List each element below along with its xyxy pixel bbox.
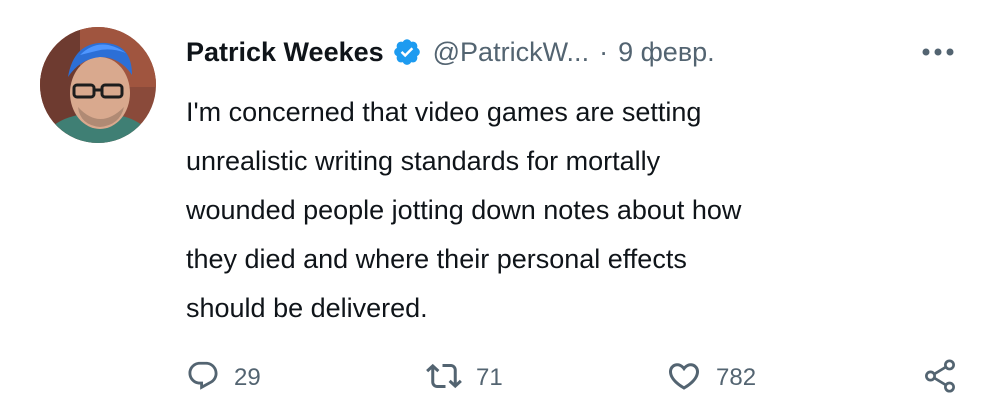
more-options-icon[interactable] [918,40,958,64]
author-name[interactable]: Patrick Weekes [186,37,384,68]
share-icon [921,357,959,400]
like-count: 782 [716,364,757,391]
retweet-icon [426,358,462,399]
tweet-card: Patrick Weekes @PatrickW... · 9 февр. I'… [0,0,1000,418]
retweet-count: 71 [476,364,503,391]
reply-button[interactable]: 29 [186,358,261,398]
reply-count: 29 [234,364,261,391]
tweet-date[interactable]: 9 февр. [618,37,715,68]
author-avatar[interactable] [40,27,156,143]
verified-badge-icon [392,37,422,67]
like-button[interactable]: 782 [666,358,756,398]
tweet-header: Patrick Weekes @PatrickW... · 9 февр. [186,30,715,74]
profile-photo-icon [40,27,156,143]
reply-icon [186,359,220,398]
heart-icon [666,358,702,399]
header-separator: · [599,36,609,67]
author-handle[interactable]: @PatrickW... [433,37,589,68]
retweet-button[interactable]: 71 [426,358,503,398]
tweet-actions: 29 71 782 [186,358,966,398]
share-button[interactable] [921,358,959,398]
tweet-text: I'm concerned that video games are setti… [186,97,742,323]
